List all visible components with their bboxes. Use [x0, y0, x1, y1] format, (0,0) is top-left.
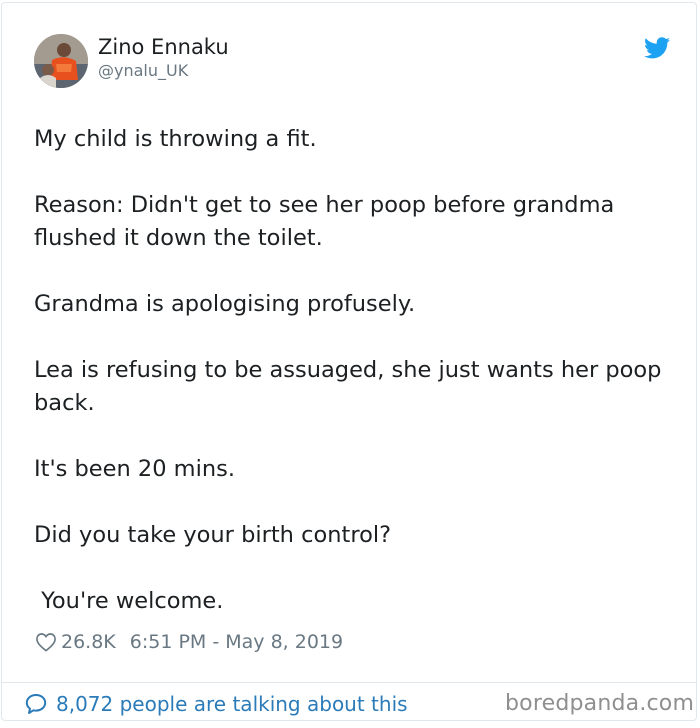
tweet-paragraph-spacer — [34, 420, 674, 453]
tweet-paragraph-spacer — [34, 552, 674, 585]
tweet-paragraph: It's been 20 mins. — [34, 456, 235, 482]
tweet-timestamp[interactable]: 6:51 PM - May 8, 2019 — [130, 631, 343, 653]
tweet-paragraph: Did you take your birth control? — [34, 522, 392, 548]
conversation-label[interactable]: 8,072 people are talking about this — [56, 692, 408, 716]
tweet-paragraph: Reason: Didn't get to see her poop befor… — [34, 192, 622, 251]
tweet-paragraph-spacer — [34, 255, 674, 288]
avatar-image — [34, 34, 88, 88]
tweet-paragraph-spacer — [34, 156, 674, 189]
heart-icon[interactable] — [35, 632, 57, 652]
twitter-bird-icon[interactable] — [644, 37, 670, 59]
speech-bubble-icon — [25, 694, 47, 714]
author-handle[interactable]: @ynalu_UK — [98, 61, 188, 81]
tweet-paragraph: Grandma is apologising profusely. — [34, 291, 416, 317]
tweet-meta: 26.8K 6:51 PM - May 8, 2019 — [35, 629, 343, 655]
tweet-paragraph: Lea is refusing to be assuaged, she just… — [34, 357, 669, 416]
tweet-card: Zino Ennaku @ynalu_UK My child is throwi… — [1, 2, 697, 721]
avatar[interactable] — [34, 34, 88, 88]
divider — [2, 682, 696, 683]
tweet-paragraph-spacer — [34, 321, 674, 354]
conversation-link[interactable]: 8,072 people are talking about this — [24, 692, 408, 716]
like-count[interactable]: 26.8K — [61, 631, 116, 653]
watermark: boredpanda.com — [505, 691, 695, 716]
author-name[interactable]: Zino Ennaku — [98, 34, 229, 60]
tweet-paragraph-spacer — [34, 486, 674, 519]
tweet-paragraph: My child is throwing a fit. — [34, 126, 317, 152]
tweet-text: My child is throwing a fit. Reason: Didn… — [34, 123, 674, 618]
tweet-paragraph: You're welcome. — [34, 588, 224, 614]
